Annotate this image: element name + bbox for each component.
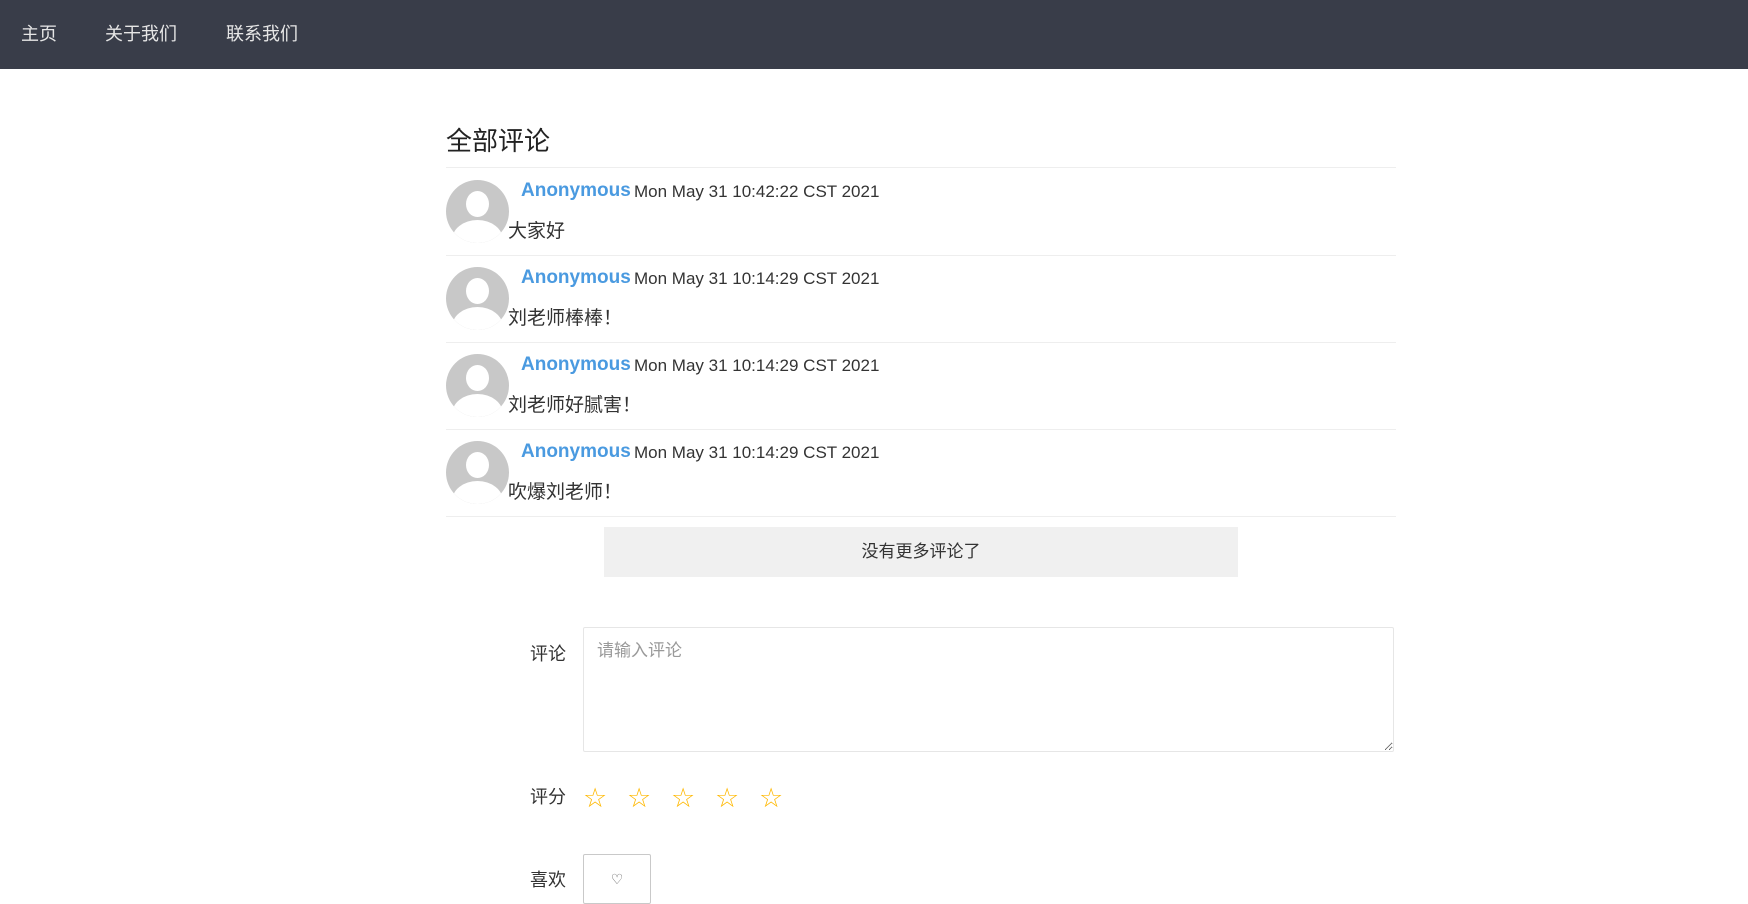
nav-item-contact-us[interactable]: 联系我们 <box>226 20 298 46</box>
comment-item: Anonymous Mon May 31 10:42:22 CST 2021 大… <box>446 168 1396 256</box>
star-outline-icon[interactable]: ☆ <box>627 783 651 813</box>
like-label: 喜欢 <box>530 870 566 890</box>
comment-item: Anonymous Mon May 31 10:14:29 CST 2021 刘… <box>446 342 1396 430</box>
comments-title: 全部评论 <box>446 126 551 156</box>
nav-item-about-us[interactable]: 关于我们 <box>105 20 177 46</box>
avatar-head-shape <box>466 278 489 304</box>
comment-field-label: 评论 <box>530 644 566 664</box>
rating-label: 评分 <box>530 787 566 807</box>
avatar-head-shape <box>466 452 489 478</box>
top-navbar: 主页 关于我们 联系我们 <box>0 0 1748 69</box>
nav-item-home[interactable]: 主页 <box>21 20 57 46</box>
comment-author[interactable]: Anonymous <box>521 267 631 289</box>
avatar <box>446 180 509 243</box>
comment-time: Mon May 31 10:14:29 CST 2021 <box>634 269 880 288</box>
comment-author[interactable]: Anonymous <box>521 441 631 463</box>
avatar <box>446 354 509 417</box>
comment-input[interactable] <box>583 627 1394 752</box>
star-outline-icon[interactable]: ☆ <box>583 783 607 813</box>
comment-text: 刘老师好腻害！ <box>508 395 642 416</box>
comment-item: Anonymous Mon May 31 10:14:29 CST 2021 刘… <box>446 255 1396 343</box>
avatar-body-shape <box>452 307 503 330</box>
comment-text: 大家好 <box>508 221 566 242</box>
comment-author[interactable]: Anonymous <box>521 354 631 376</box>
avatar-head-shape <box>466 365 489 391</box>
star-outline-icon[interactable]: ☆ <box>671 783 695 813</box>
avatar <box>446 267 509 330</box>
avatar-body-shape <box>452 220 503 243</box>
comment-text: 刘老师棒棒！ <box>508 308 623 329</box>
comment-author[interactable]: Anonymous <box>521 180 631 202</box>
comment-time: Mon May 31 10:14:29 CST 2021 <box>634 356 880 375</box>
no-more-comments-button[interactable]: 没有更多评论了 <box>604 527 1238 577</box>
heart-outline-icon: ♡ <box>610 871 624 887</box>
comment-time: Mon May 31 10:42:22 CST 2021 <box>634 182 880 201</box>
comment-text: 吹爆刘老师！ <box>508 482 623 503</box>
avatar <box>446 441 509 504</box>
star-outline-icon[interactable]: ☆ <box>715 783 739 813</box>
avatar-head-shape <box>466 191 489 217</box>
like-button[interactable]: ♡ <box>583 854 651 904</box>
comment-time: Mon May 31 10:14:29 CST 2021 <box>634 443 880 462</box>
avatar-body-shape <box>452 481 503 504</box>
comment-item: Anonymous Mon May 31 10:14:29 CST 2021 吹… <box>446 429 1396 517</box>
avatar-body-shape <box>452 394 503 417</box>
star-outline-icon[interactable]: ☆ <box>759 783 783 813</box>
